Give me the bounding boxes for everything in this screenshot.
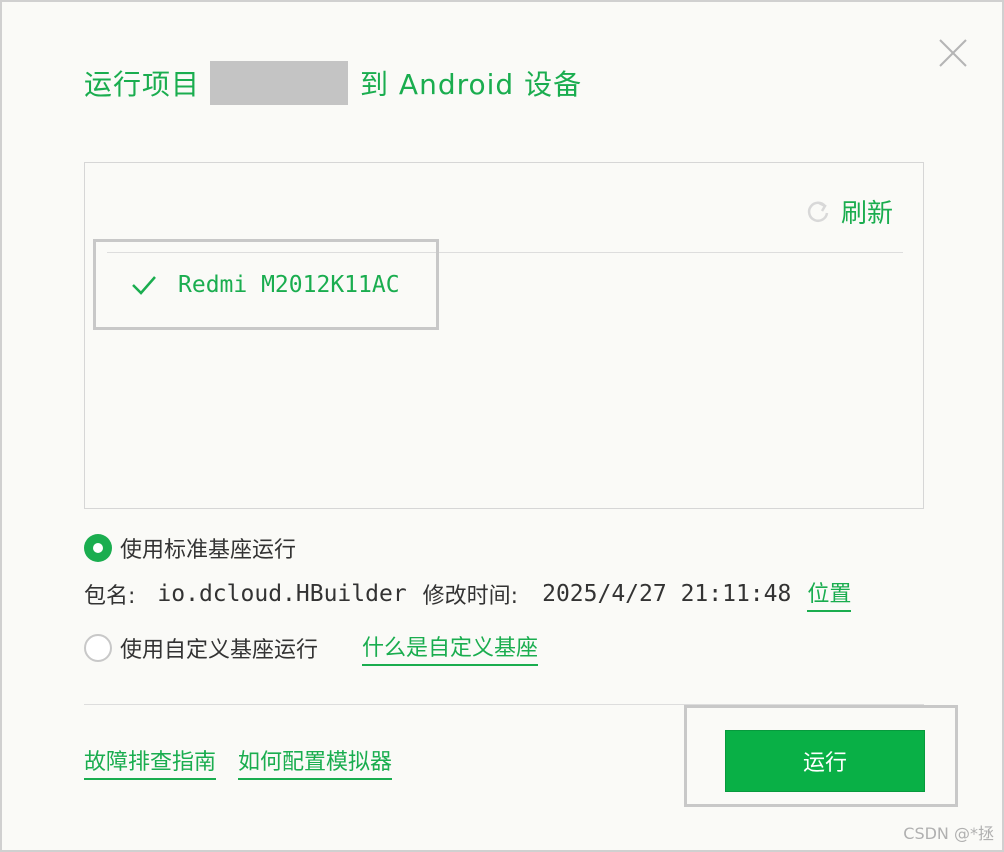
emulator-guide-link[interactable]: 如何配置模拟器	[238, 744, 393, 780]
modified-value: 2025/4/27 21:11:48	[542, 581, 792, 607]
modified-label: 修改时间:	[422, 584, 519, 609]
check-icon	[132, 275, 156, 295]
close-button[interactable]	[936, 36, 970, 70]
troubleshoot-link[interactable]: 故障排查指南	[84, 744, 217, 780]
standard-base-label: 使用标准基座运行	[120, 538, 297, 563]
run-device-dialog: 运行项目 到 Android 设备 刷新 Redmi M2012K11AC 使用…	[0, 0, 1004, 852]
refresh-label: 刷新	[840, 199, 893, 229]
package-value: io.dcloud.HBuilder	[157, 581, 407, 607]
dialog-title: 运行项目 到 Android 设备	[84, 60, 582, 106]
refresh-icon	[807, 201, 829, 222]
custom-base-label: 使用自定义基座运行	[120, 638, 319, 663]
standard-base-option[interactable]: 使用标准基座运行	[84, 532, 296, 564]
device-item[interactable]: Redmi M2012K11AC	[93, 239, 439, 330]
redacted-project-name	[210, 61, 349, 105]
device-name: Redmi M2012K11AC	[178, 271, 400, 298]
standard-base-radio[interactable]	[84, 534, 112, 562]
package-label: 包名:	[84, 584, 136, 609]
close-icon	[939, 39, 967, 67]
run-button-highlight: 运行	[684, 705, 958, 807]
device-list-panel: 刷新 Redmi M2012K11AC	[84, 162, 924, 509]
custom-base-option[interactable]: 使用自定义基座运行 什么是自定义基座	[84, 630, 539, 666]
title-suffix: 到 Android 设备	[360, 68, 583, 101]
watermark: CSDN @*拯	[903, 824, 994, 843]
title-prefix: 运行项目	[84, 68, 201, 101]
custom-base-help-link[interactable]: 什么是自定义基座	[362, 630, 539, 666]
custom-base-radio[interactable]	[84, 634, 112, 662]
footer-links: 故障排查指南 如何配置模拟器	[84, 744, 393, 780]
refresh-button[interactable]: 刷新	[805, 193, 893, 230]
package-info: 包名: io.dcloud.HBuilder 修改时间: 2025/4/27 2…	[84, 576, 852, 612]
location-link[interactable]: 位置	[807, 576, 852, 612]
run-button[interactable]: 运行	[725, 730, 925, 792]
